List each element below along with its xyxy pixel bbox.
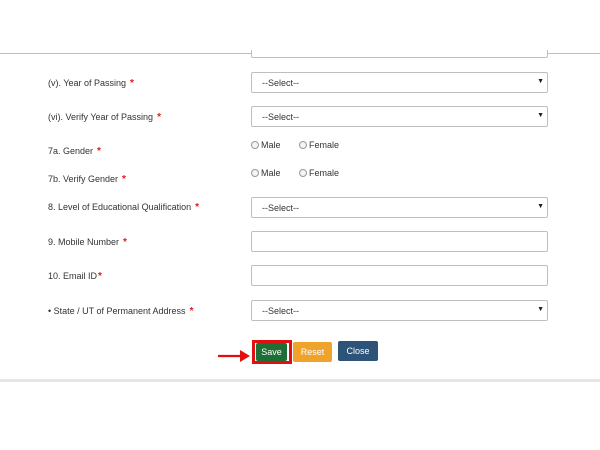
state-ut-label-text: • State / UT of Permanent Address	[48, 306, 186, 316]
year-of-passing-label-text: (v). Year of Passing	[48, 78, 127, 88]
save-button[interactable]: Save	[256, 343, 287, 361]
state-ut-label: • State / UT of Permanent Address *	[48, 306, 193, 317]
mobile-number-input[interactable]	[251, 231, 548, 252]
education-level-label: 8. Level of Educational Qualification *	[48, 202, 199, 213]
radio-button[interactable]	[251, 169, 259, 177]
education-level-select[interactable]: --Select-- ▼	[251, 197, 548, 218]
education-level-label-text: 8. Level of Educational Qualification	[48, 202, 192, 212]
year-of-passing-select[interactable]: --Select-- ▼	[251, 72, 548, 93]
top-header-area	[0, 0, 600, 54]
verify-year-of-passing-select[interactable]: --Select-- ▼	[251, 106, 548, 127]
reset-button[interactable]: Reset	[293, 342, 332, 362]
form-bottom-divider	[0, 379, 600, 382]
caret-down-icon: ▼	[537, 78, 544, 85]
state-ut-selected: --Select--	[262, 306, 300, 316]
radio-button[interactable]	[251, 141, 259, 149]
required-marker: *	[130, 78, 134, 89]
mobile-number-label: 9. Mobile Number *	[48, 237, 127, 248]
gender-label: 7a. Gender *	[48, 146, 101, 157]
verify-year-of-passing-label-text: (vi). Verify Year of Passing	[48, 112, 154, 122]
required-marker: *	[157, 112, 161, 123]
year-of-passing-label: (v). Year of Passing *	[48, 78, 134, 89]
gender-female-label: Female	[309, 140, 340, 150]
verify-gender-female-label: Female	[309, 168, 340, 178]
verify-year-of-passing-selected: --Select--	[262, 112, 300, 122]
required-marker: *	[195, 202, 199, 213]
required-marker: *	[98, 271, 102, 282]
email-id-input[interactable]	[251, 265, 548, 286]
gender-male-label: Male	[261, 140, 281, 150]
verify-gender-male-label: Male	[261, 168, 281, 178]
education-level-selected: --Select--	[262, 203, 300, 213]
required-marker: *	[123, 237, 127, 248]
state-ut-select[interactable]: --Select-- ▼	[251, 300, 548, 321]
required-marker: *	[122, 174, 126, 185]
verify-year-of-passing-label: (vi). Verify Year of Passing *	[48, 112, 161, 123]
radio-button[interactable]	[299, 141, 307, 149]
required-marker: *	[97, 146, 101, 157]
radio-button[interactable]	[299, 169, 307, 177]
caret-down-icon: ▼	[537, 203, 544, 210]
gender-label-text: 7a. Gender	[48, 146, 94, 156]
email-id-label: 10. Email ID*	[48, 271, 102, 282]
mobile-number-label-text: 9. Mobile Number	[48, 237, 120, 247]
email-id-label-text: 10. Email ID	[48, 271, 98, 281]
arrow-right-icon	[218, 350, 250, 362]
year-of-passing-selected: --Select--	[262, 78, 300, 88]
caret-down-icon: ▼	[537, 112, 544, 119]
previous-field-partial[interactable]	[251, 50, 548, 58]
close-button[interactable]: Close	[338, 341, 378, 361]
verify-gender-label: 7b. Verify Gender *	[48, 174, 126, 185]
caret-down-icon: ▼	[537, 306, 544, 313]
verify-gender-label-text: 7b. Verify Gender	[48, 174, 119, 184]
required-marker: *	[189, 306, 194, 317]
